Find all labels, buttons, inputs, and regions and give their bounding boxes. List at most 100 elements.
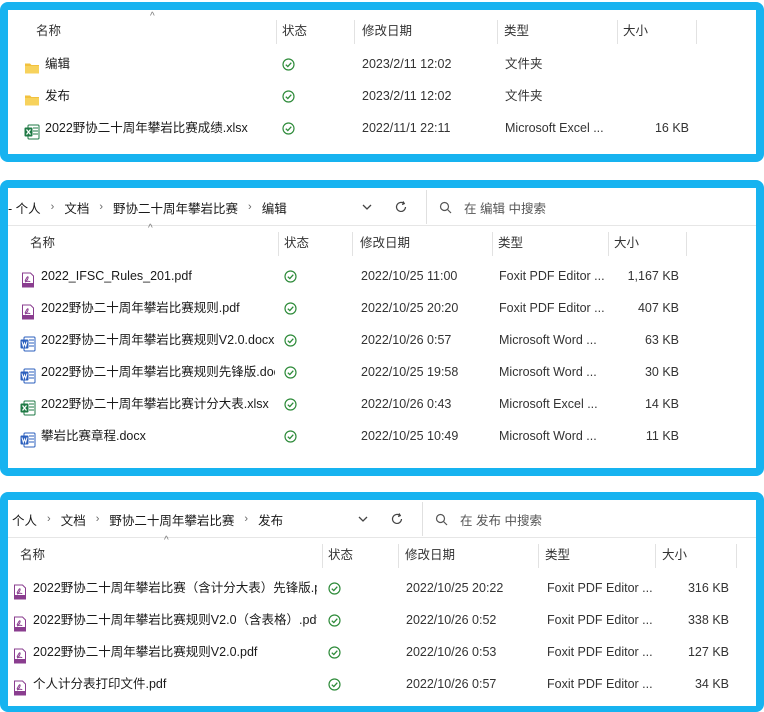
table-row[interactable]: 2022野协二十周年攀岩比赛成绩.xlsx 2022/11/1 22:11 Micr…	[8, 112, 756, 144]
column-header-size[interactable]: 大小	[656, 540, 687, 570]
synced-check-icon	[284, 365, 297, 379]
file-name-cell[interactable]: 2022野协二十周年攀岩比赛规则V2.0.docx	[20, 324, 275, 356]
modified-date-cell: 2022/10/26 0:57	[406, 677, 497, 691]
synced-check-icon	[282, 89, 295, 103]
modified-date-cell: 2022/10/25 11:00	[361, 269, 458, 283]
file-name-cell[interactable]: 2022野协二十周年攀岩比赛（含计分大表）先锋版.pdf	[12, 572, 317, 604]
table-row[interactable]: 2022_IFSC_Rules_201.pdf 2022/10/25 11:00 F…	[8, 260, 756, 292]
file-size-cell	[623, 48, 689, 80]
file-name-cell[interactable]: 2022_IFSC_Rules_201.pdf	[20, 260, 275, 292]
breadcrumb-chevron-icon[interactable]: ›	[244, 513, 248, 525]
table-row[interactable]: 2022野协二十周年攀岩比赛计分大表.xlsx 2022/10/26 0:43 Mi…	[8, 388, 756, 420]
column-header-name[interactable]: 名称	[30, 16, 61, 46]
status-cell	[282, 112, 312, 144]
file-name-cell[interactable]: 攀岩比赛章程.docx	[20, 420, 275, 452]
file-type-cell: Microsoft Word ...	[499, 333, 597, 347]
pdf-icon	[12, 644, 28, 664]
column-divider[interactable]	[686, 232, 687, 256]
file-name-cell[interactable]: 2022野协二十周年攀岩比赛规则先锋版.docx	[20, 356, 275, 388]
breadcrumb-chevron-icon[interactable]: ›	[47, 513, 51, 525]
column-divider[interactable]	[696, 20, 697, 44]
breadcrumb-chevron-icon[interactable]: ›	[99, 201, 103, 213]
column-header-status[interactable]: 状态	[276, 16, 307, 46]
column-header-row: ^ 名称 状态 修改日期 类型 大小	[8, 12, 756, 46]
address-dropdown-chevron-icon[interactable]	[350, 500, 376, 538]
status-cell	[284, 324, 314, 356]
table-row[interactable]: 个人计分表打印文件.pdf 2022/10/26 0:57 Foxit PDF Ed…	[8, 668, 756, 700]
breadcrumb-item[interactable]: 野协二十周年攀岩比赛	[111, 198, 240, 217]
file-name: 2022_IFSC_Rules_201.pdf	[41, 269, 192, 283]
table-row[interactable]: 2022野协二十周年攀岩比赛规则.pdf 2022/10/25 20:20 Foxi…	[8, 292, 756, 324]
modified-date-cell: 2023/2/11 12:02	[362, 57, 452, 71]
breadcrumb-item[interactable]: 编辑	[260, 198, 289, 217]
status-cell	[284, 420, 314, 452]
modified-date-cell: 2022/10/26 0:53	[406, 645, 497, 659]
file-name-cell[interactable]: 2022野协二十周年攀岩比赛规则.pdf	[20, 292, 275, 324]
file-type-cell: Microsoft Excel ...	[499, 397, 598, 411]
breadcrumb-item[interactable]: 野协二十周年攀岩比赛	[107, 510, 236, 529]
file-name: 攀岩比赛章程.docx	[41, 429, 146, 443]
breadcrumb[interactable]: - 个人 › 文档 › 野协二十周年攀岩比赛 › 编辑	[8, 188, 289, 226]
breadcrumb-item[interactable]: 文档	[59, 510, 88, 529]
search-input[interactable]: 在 发布 中搜索	[422, 502, 756, 536]
column-header-name[interactable]: 名称	[24, 228, 55, 258]
breadcrumb-chevron-icon[interactable]: ›	[51, 201, 55, 213]
breadcrumb-chevron-icon[interactable]: ›	[96, 513, 100, 525]
breadcrumb-item[interactable]: 文档	[62, 198, 91, 217]
column-divider[interactable]	[354, 20, 355, 44]
column-header-name[interactable]: 名称	[14, 540, 45, 570]
file-name-cell[interactable]: 2022野协二十周年攀岩比赛计分大表.xlsx	[20, 388, 275, 420]
breadcrumb-chevron-icon[interactable]: ›	[248, 201, 252, 213]
file-name-cell[interactable]: 编辑	[24, 48, 274, 80]
column-header-date[interactable]: 修改日期	[354, 228, 410, 258]
file-name-cell[interactable]: 个人计分表打印文件.pdf	[12, 668, 317, 700]
column-header-type[interactable]: 类型	[539, 540, 570, 570]
table-row[interactable]: 2022野协二十周年攀岩比赛规则V2.0（含表格）.pdf 2022/10/26 …	[8, 604, 756, 636]
breadcrumb-item[interactable]: 个人	[10, 510, 39, 529]
table-row[interactable]: 2022野协二十周年攀岩比赛规则V2.0.pdf 2022/10/26 0:53 F…	[8, 636, 756, 668]
breadcrumb-item[interactable]: - 个人	[8, 198, 43, 217]
file-size-cell: 14 KB	[644, 397, 679, 411]
breadcrumb-item[interactable]: 发布	[256, 510, 285, 529]
file-name: 个人计分表打印文件.pdf	[33, 677, 167, 691]
column-header-type[interactable]: 类型	[498, 16, 529, 46]
sort-ascending-icon: ^	[164, 535, 169, 546]
table-row[interactable]: 攀岩比赛章程.docx 2022/10/25 10:49 Microsoft Wor…	[8, 420, 756, 452]
column-header-date[interactable]: 修改日期	[356, 16, 412, 46]
explorer-window-root: ^ 名称 状态 修改日期 类型 大小 编辑 2023/2/11 12:02 文件夹发…	[0, 2, 764, 162]
search-input[interactable]: 在 编辑 中搜索	[426, 190, 756, 224]
file-name: 2022野协二十周年攀岩比赛计分大表.xlsx	[41, 397, 269, 411]
table-row[interactable]: 2022野协二十周年攀岩比赛规则V2.0.docx 2022/10/26 0:57…	[8, 324, 756, 356]
sort-ascending-icon: ^	[148, 223, 153, 234]
column-divider[interactable]	[736, 544, 737, 568]
column-header-size[interactable]: 大小	[608, 228, 639, 258]
synced-check-icon	[284, 397, 297, 411]
column-header-date[interactable]: 修改日期	[399, 540, 455, 570]
file-type-cell: Foxit PDF Editor ...	[547, 581, 653, 595]
file-name-cell[interactable]: 发布	[24, 80, 274, 112]
column-header-status[interactable]: 状态	[322, 540, 353, 570]
refresh-icon[interactable]	[388, 188, 414, 226]
breadcrumb[interactable]: 个人 › 文档 › 野协二十周年攀岩比赛 › 发布	[10, 500, 285, 538]
column-divider[interactable]	[352, 232, 353, 256]
file-name: 2022野协二十周年攀岩比赛规则V2.0.pdf	[33, 645, 258, 659]
pdf-icon	[20, 300, 36, 320]
synced-check-icon	[282, 121, 295, 135]
file-type-cell: 文件夹	[505, 57, 543, 71]
file-name: 2022野协二十周年攀岩比赛规则V2.0.docx	[41, 333, 275, 347]
column-header-type[interactable]: 类型	[492, 228, 523, 258]
table-row[interactable]: 2022野协二十周年攀岩比赛（含计分大表）先锋版.pdf 2022/10/25 2…	[8, 572, 756, 604]
address-dropdown-chevron-icon[interactable]	[354, 188, 380, 226]
table-row[interactable]: 发布 2023/2/11 12:02 文件夹	[8, 80, 756, 112]
column-header-status[interactable]: 状态	[278, 228, 309, 258]
file-size-cell: 407 KB	[637, 301, 679, 315]
file-name-cell[interactable]: 2022野协二十周年攀岩比赛成绩.xlsx	[24, 112, 274, 144]
status-cell	[284, 388, 314, 420]
table-row[interactable]: 2022野协二十周年攀岩比赛规则先锋版.docx 2022/10/25 19:58…	[8, 356, 756, 388]
refresh-icon[interactable]	[384, 500, 410, 538]
file-type-cell: Microsoft Word ...	[499, 365, 597, 379]
file-name-cell[interactable]: 2022野协二十周年攀岩比赛规则V2.0（含表格）.pdf	[12, 604, 317, 636]
column-header-size[interactable]: 大小	[617, 16, 648, 46]
file-name-cell[interactable]: 2022野协二十周年攀岩比赛规则V2.0.pdf	[12, 636, 317, 668]
table-row[interactable]: 编辑 2023/2/11 12:02 文件夹	[8, 48, 756, 80]
